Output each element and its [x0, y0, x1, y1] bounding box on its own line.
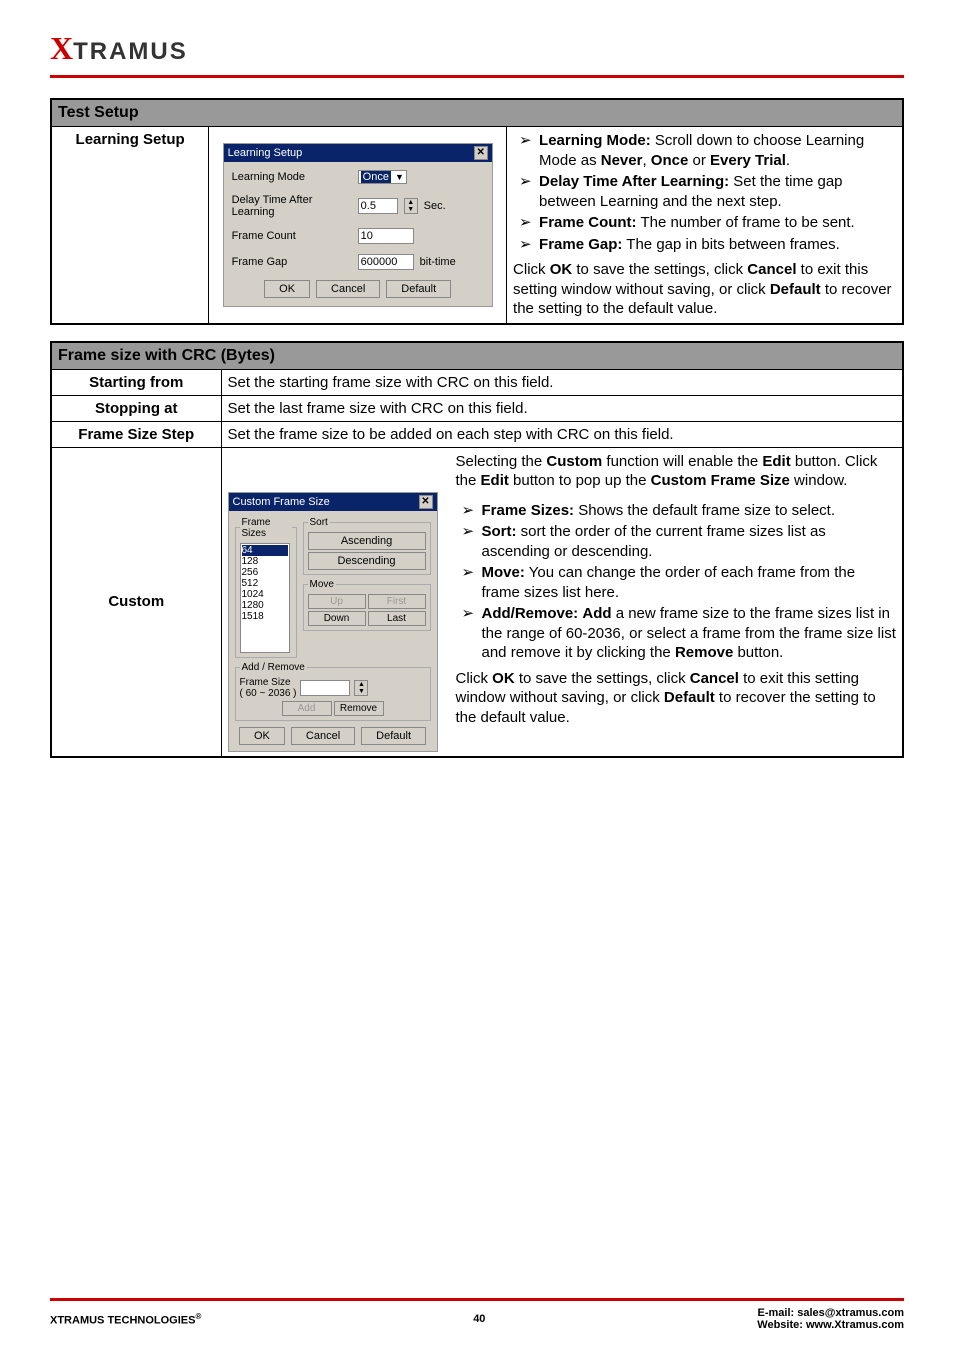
close-icon[interactable]: ✕ [419, 495, 433, 509]
add-button[interactable]: Add [282, 701, 332, 716]
bullet-item: Delay Time After Learning: Set the time … [517, 172, 896, 211]
descending-button[interactable]: Descending [308, 552, 426, 570]
list-item[interactable]: 128 [242, 556, 288, 567]
custom-frame-size-dialog: Custom Frame Size ✕ Frame Sizes 64 [228, 492, 438, 752]
delay-unit: Sec. [424, 200, 446, 212]
bullet-item: Sort: sort the order of the current fram… [460, 522, 897, 561]
bullet-item: Frame Sizes: Shows the default frame siz… [460, 501, 897, 521]
list-item[interactable]: 1280 [242, 600, 288, 611]
logo: XTRAMUS [50, 30, 904, 67]
frame-size-header: Frame size with CRC (Bytes) [51, 342, 903, 370]
list-item[interactable]: 64 [242, 545, 288, 556]
framesize-spinner[interactable]: ▲▼ [354, 680, 368, 696]
footer-right: E-mail: sales@xtramus.com Website: www.X… [757, 1307, 904, 1331]
divider-bottom [50, 1298, 904, 1301]
default-button[interactable]: Default [361, 727, 426, 745]
gap-unit: bit-time [420, 256, 456, 268]
count-label: Frame Count [232, 230, 352, 242]
bullet-item: Frame Count: The number of frame to be s… [517, 213, 896, 233]
footer-left: XTRAMUS TECHNOLOGIES® [50, 1312, 201, 1327]
close-icon[interactable]: ✕ [474, 146, 488, 160]
default-button[interactable]: Default [386, 280, 451, 298]
gap-label: Frame Gap [232, 256, 352, 268]
addremove-legend: Add / Remove [240, 662, 307, 673]
custom-desc: Selecting the Custom function will enabl… [456, 452, 897, 728]
bullet-item: Move: You can change the order of each f… [460, 563, 897, 602]
frame-size-table: Frame size with CRC (Bytes) Starting fro… [50, 341, 904, 758]
test-setup-table: Test Setup Learning Setup Learning Setup… [50, 98, 904, 325]
row-desc: Set the frame size to be added on each s… [221, 421, 903, 447]
page-number: 40 [473, 1313, 485, 1325]
row-desc: Set the starting frame size with CRC on … [221, 369, 903, 395]
first-button[interactable]: First [368, 594, 426, 609]
test-setup-header: Test Setup [51, 99, 903, 127]
ok-button[interactable]: OK [239, 727, 285, 745]
mode-label: Learning Mode [232, 171, 352, 183]
cancel-button[interactable]: Cancel [291, 727, 355, 745]
learning-setup-label: Learning Setup [51, 127, 209, 324]
bullet-item: Learning Mode: Scroll down to choose Lea… [517, 131, 896, 170]
delay-spinner[interactable]: ▲▼ [404, 198, 418, 214]
last-button[interactable]: Last [368, 611, 426, 626]
bullet-item: Frame Gap: The gap in bits between frame… [517, 235, 896, 255]
count-input[interactable] [358, 228, 414, 244]
row-desc: Set the last frame size with CRC on this… [221, 395, 903, 421]
bullet-item: Add/Remove: Add a new frame size to the … [460, 604, 897, 663]
sizes-listbox[interactable]: 64 128 256 512 1024 1280 1518 [240, 543, 290, 653]
ok-button[interactable]: OK [264, 280, 310, 298]
row-label: Stopping at [51, 395, 221, 421]
dialog-title: Learning Setup [228, 147, 303, 159]
custom-label: Custom [51, 447, 221, 757]
logo-text: TRAMUS [73, 38, 188, 65]
ar-label: Frame Size [240, 677, 297, 688]
list-item[interactable]: 1518 [242, 611, 288, 622]
list-item[interactable]: 512 [242, 578, 288, 589]
learning-setup-desc: Learning Mode: Scroll down to choose Lea… [507, 127, 903, 324]
mode-select[interactable]: Once▼ [358, 170, 407, 184]
down-button[interactable]: Down [308, 611, 366, 626]
list-item[interactable]: 1024 [242, 589, 288, 600]
ar-range: ( 60 ~ 2036 ) [240, 688, 297, 699]
framesize-input[interactable] [300, 680, 350, 696]
delay-label: Delay Time After Learning [232, 194, 352, 218]
sizes-legend: Frame Sizes [240, 517, 292, 539]
ascending-button[interactable]: Ascending [308, 532, 426, 550]
para-text: Click OK to save the settings, click Can… [513, 260, 896, 319]
delay-input[interactable] [358, 198, 398, 214]
divider-top [50, 75, 904, 78]
cancel-button[interactable]: Cancel [316, 280, 380, 298]
row-label: Frame Size Step [51, 421, 221, 447]
chevron-down-icon: ▼ [395, 172, 404, 182]
remove-button[interactable]: Remove [334, 701, 384, 716]
sort-legend: Sort [308, 517, 330, 528]
cfs-title: Custom Frame Size [233, 496, 330, 508]
learning-setup-dialog: Learning Setup ✕ Learning Mode Once▼ Del… [223, 143, 493, 307]
list-item[interactable]: 256 [242, 567, 288, 578]
move-legend: Move [308, 579, 336, 590]
logo-x: X [50, 30, 73, 66]
footer: XTRAMUS TECHNOLOGIES® 40 E-mail: sales@x… [50, 1298, 904, 1331]
gap-input[interactable] [358, 254, 414, 270]
up-button[interactable]: Up [308, 594, 366, 609]
row-label: Starting from [51, 369, 221, 395]
